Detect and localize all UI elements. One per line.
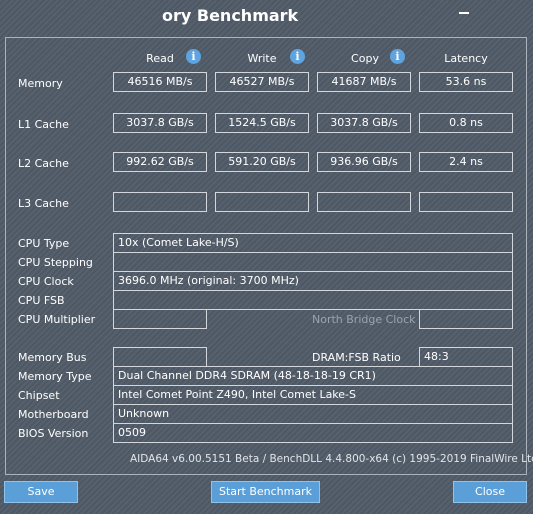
- version-footer: AIDA64 v6.00.5151 Beta / BenchDLL 4.4.80…: [130, 453, 533, 465]
- cpu-stepping-label: CPU Stepping: [18, 256, 93, 269]
- row-label-memory: Memory: [18, 77, 63, 90]
- dram-fsb-ratio-label: DRAM:FSB Ratio: [312, 351, 401, 364]
- chipset-label: Chipset: [18, 389, 60, 402]
- memory-latency-value: 53.6 ns: [419, 72, 513, 92]
- header-copy: Copy: [351, 52, 379, 65]
- l3-read-value: [113, 192, 207, 212]
- l2-read-value: 992.62 GB/s: [113, 152, 207, 172]
- start-benchmark-button-label: Start Benchmark: [218, 485, 313, 498]
- memory-bus-value: [113, 347, 207, 367]
- close-button[interactable]: Close: [453, 481, 527, 503]
- cpu-clock-label: CPU Clock: [18, 275, 74, 288]
- north-bridge-clock-label: North Bridge Clock: [312, 313, 416, 326]
- cpu-multiplier-label: CPU Multiplier: [18, 313, 96, 326]
- cpu-type-label: CPU Type: [18, 237, 70, 250]
- read-info-icon[interactable]: i: [186, 49, 201, 64]
- memory-type-label: Memory Type: [18, 370, 92, 383]
- l3-write-value: [215, 192, 309, 212]
- cpu-multiplier-value: [113, 309, 207, 329]
- memory-bus-label: Memory Bus: [18, 351, 87, 364]
- motherboard-value: Unknown: [113, 404, 513, 424]
- row-label-l3-cache: L3 Cache: [18, 197, 69, 210]
- l2-copy-value: 936.96 GB/s: [317, 152, 411, 172]
- window-title: ory Benchmark: [162, 6, 299, 25]
- l2-write-value: 591.20 GB/s: [215, 152, 309, 172]
- cpu-type-value: 10x (Comet Lake-H/S): [113, 233, 513, 253]
- l1-latency-value: 0.8 ns: [419, 113, 513, 133]
- header-write: Write: [247, 52, 277, 65]
- row-label-l2-cache: L2 Cache: [18, 157, 69, 170]
- cpu-stepping-value: [113, 252, 513, 272]
- close-button-label: Close: [475, 485, 505, 498]
- l1-write-value: 1524.5 GB/s: [215, 113, 309, 133]
- cpu-fsb-label: CPU FSB: [18, 294, 65, 307]
- start-benchmark-button[interactable]: Start Benchmark: [211, 481, 320, 503]
- l2-latency-value: 2.4 ns: [419, 152, 513, 172]
- header-read: Read: [146, 52, 174, 65]
- l3-latency-value: [419, 192, 513, 212]
- dram-fsb-ratio-value: 48:3: [419, 347, 513, 367]
- save-button-label: Save: [27, 485, 55, 498]
- minimize-button[interactable]: [458, 6, 472, 20]
- chipset-value: Intel Comet Point Z490, Intel Comet Lake…: [113, 385, 513, 405]
- bios-version-label: BIOS Version: [18, 427, 89, 440]
- copy-info-icon[interactable]: i: [390, 49, 405, 64]
- memory-copy-value: 41687 MB/s: [317, 72, 411, 92]
- memory-write-value: 46527 MB/s: [215, 72, 309, 92]
- title-bar[interactable]: ory Benchmark: [0, 0, 533, 32]
- row-label-l1-cache: L1 Cache: [18, 118, 69, 131]
- save-button[interactable]: Save: [4, 481, 78, 503]
- l1-read-value: 3037.8 GB/s: [113, 113, 207, 133]
- motherboard-label: Motherboard: [18, 408, 89, 421]
- l3-copy-value: [317, 192, 411, 212]
- header-latency: Latency: [444, 52, 488, 65]
- write-info-icon[interactable]: i: [290, 49, 305, 64]
- memory-read-value: 46516 MB/s: [113, 72, 207, 92]
- north-bridge-clock-value: [419, 309, 513, 329]
- memory-type-value: Dual Channel DDR4 SDRAM (48-18-18-19 CR1…: [113, 366, 513, 386]
- cpu-fsb-value: [113, 290, 513, 310]
- l1-copy-value: 3037.8 GB/s: [317, 113, 411, 133]
- bios-version-value: 0509: [113, 423, 513, 443]
- cpu-clock-value: 3696.0 MHz (original: 3700 MHz): [113, 271, 513, 291]
